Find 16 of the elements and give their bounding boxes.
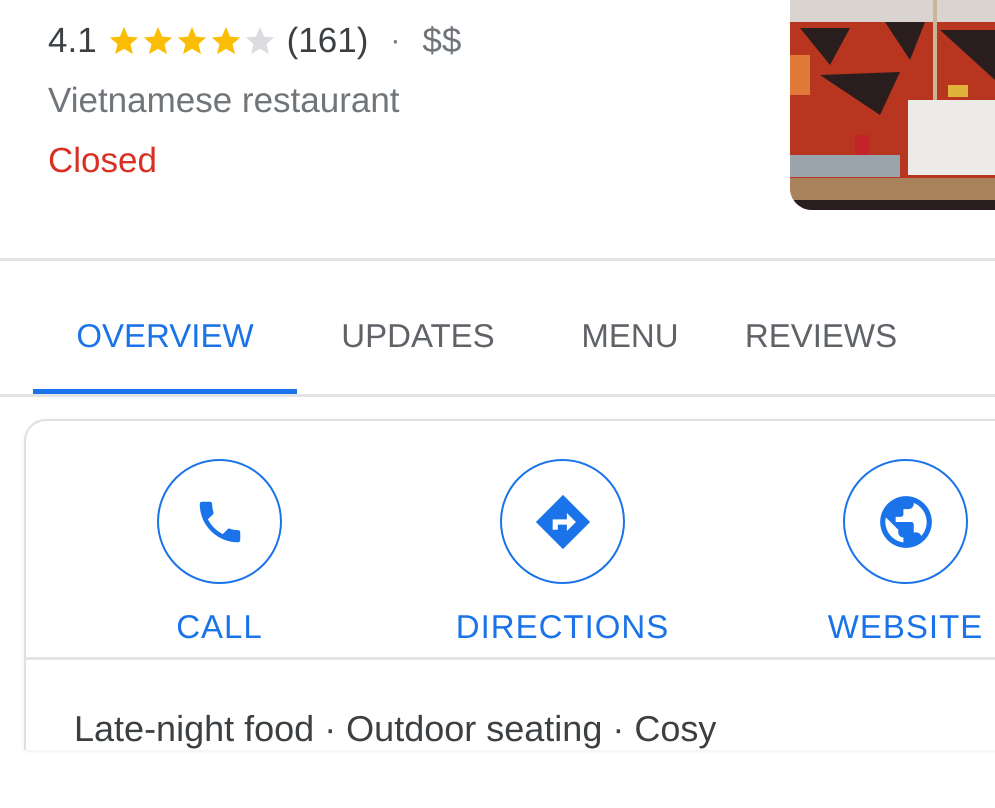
action-label[interactable]: DIRECTIONS [456,608,670,646]
highlights-text: Late-night food · Outdoor seating · Cosy [73,707,718,750]
tab[interactable]: REVIEWS [721,307,921,394]
call-button[interactable] [157,459,282,584]
open-status: Closed [48,140,158,182]
directions-button[interactable] [500,459,625,584]
action-label[interactable]: WEBSITE [828,608,984,646]
price-level: $$ [422,21,462,61]
category-label: Vietnamese restaurant [48,80,401,122]
review-count[interactable]: (161) [286,18,368,64]
tab[interactable]: UPDATES [297,307,539,394]
tab[interactable]: MENU [539,307,721,394]
rating-value: 4.1 [48,20,97,62]
website-button[interactable] [843,459,968,584]
action-label[interactable]: CALL [176,608,263,646]
separator: · [390,24,400,58]
